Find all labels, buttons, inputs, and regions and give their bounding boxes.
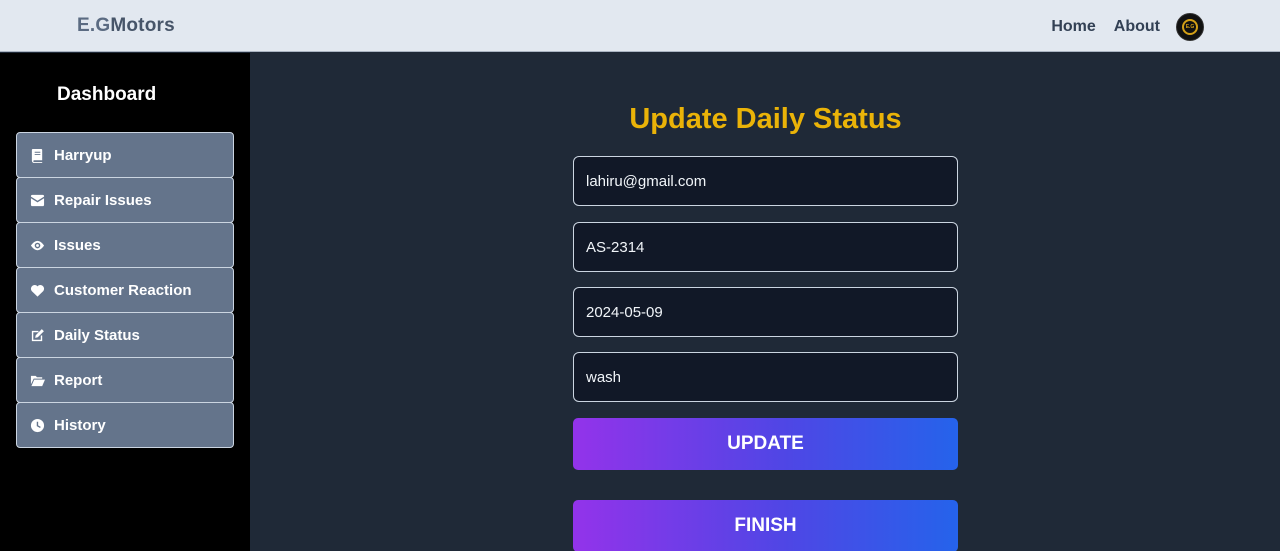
- finish-button[interactable]: FINISH: [573, 500, 958, 551]
- sidebar-item-label: Daily Status: [54, 326, 140, 344]
- update-button[interactable]: UPDATE: [573, 418, 958, 470]
- brand-prefix: E.G: [77, 15, 111, 36]
- nav-home-link[interactable]: Home: [1051, 14, 1095, 40]
- heart-icon: [29, 282, 45, 298]
- brand-logo[interactable]: E.GMotors: [77, 15, 175, 37]
- avatar-text: E.G: [1185, 24, 1195, 30]
- sidebar-title: Dashboard: [57, 84, 157, 105]
- sidebar-item-daily-status[interactable]: Daily Status: [16, 312, 234, 358]
- brand-suffix: Motors: [110, 15, 175, 36]
- top-navbar: E.GMotors Home About E.G: [0, 0, 1280, 52]
- sidebar-item-label: Issues: [54, 236, 101, 254]
- book-icon: [29, 147, 45, 163]
- top-nav-links: Home About E.G: [1033, 13, 1204, 41]
- nav-about-link[interactable]: About: [1114, 14, 1160, 40]
- status-field[interactable]: [573, 352, 958, 402]
- sidebar-item-label: Report: [54, 371, 103, 389]
- sidebar: Dashboard Harryup Repair Issues Issues C…: [0, 53, 250, 551]
- page-title: Update Daily Status: [629, 103, 902, 135]
- sidebar-item-label: Repair Issues: [54, 191, 152, 209]
- vehicle-number-field[interactable]: [573, 222, 958, 272]
- gear-logo-icon: E.G: [1182, 19, 1198, 35]
- sidebar-menu: Harryup Repair Issues Issues Customer Re…: [16, 132, 234, 448]
- sidebar-item-label: Customer Reaction: [54, 281, 192, 299]
- eye-icon: [29, 237, 45, 253]
- sidebar-item-issues[interactable]: Issues: [16, 222, 234, 268]
- edit-icon: [29, 327, 45, 343]
- envelope-icon: [29, 192, 45, 208]
- sidebar-item-report[interactable]: Report: [16, 357, 234, 403]
- clock-icon: [29, 417, 45, 433]
- date-field[interactable]: [573, 287, 958, 337]
- sidebar-item-harryup[interactable]: Harryup: [16, 132, 234, 178]
- sidebar-item-repair-issues[interactable]: Repair Issues: [16, 177, 234, 223]
- avatar[interactable]: E.G: [1176, 13, 1204, 41]
- sidebar-item-customer-reaction[interactable]: Customer Reaction: [16, 267, 234, 313]
- folder-open-icon: [29, 372, 45, 388]
- email-field[interactable]: [573, 156, 958, 206]
- sidebar-item-history[interactable]: History: [16, 402, 234, 448]
- sidebar-item-label: Harryup: [54, 146, 112, 164]
- sidebar-item-label: History: [54, 416, 106, 434]
